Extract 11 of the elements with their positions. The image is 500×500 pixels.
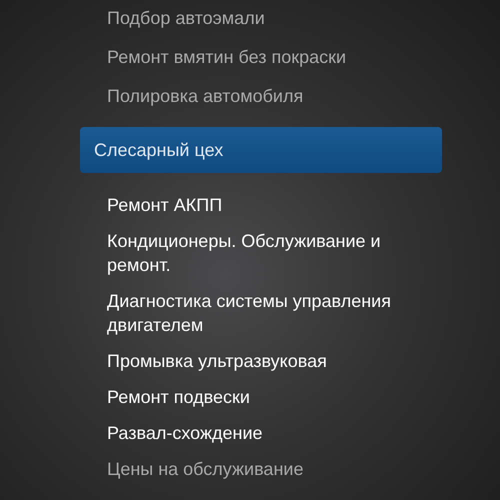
- menu-link[interactable]: Полировка автомобиля: [107, 84, 407, 108]
- menu-link[interactable]: Ремонт подвески: [107, 385, 407, 409]
- section-header[interactable]: Слесарный цех: [80, 127, 442, 173]
- menu-link[interactable]: Кондиционеры. Обслуживание и ремонт.: [107, 229, 407, 277]
- menu-link[interactable]: Развал-схождение: [107, 421, 407, 445]
- menu-link[interactable]: Промывка ультразвуковая: [107, 349, 407, 373]
- menu-link[interactable]: Цены на обслуживание: [107, 457, 407, 481]
- menu-link[interactable]: Подбор автоэмали: [107, 6, 407, 30]
- menu-link[interactable]: Ремонт АКПП: [107, 193, 407, 217]
- menu-link[interactable]: Ремонт вмятин без покраски: [107, 45, 407, 69]
- menu-link[interactable]: Диагностика системы управления двигателем: [107, 289, 407, 337]
